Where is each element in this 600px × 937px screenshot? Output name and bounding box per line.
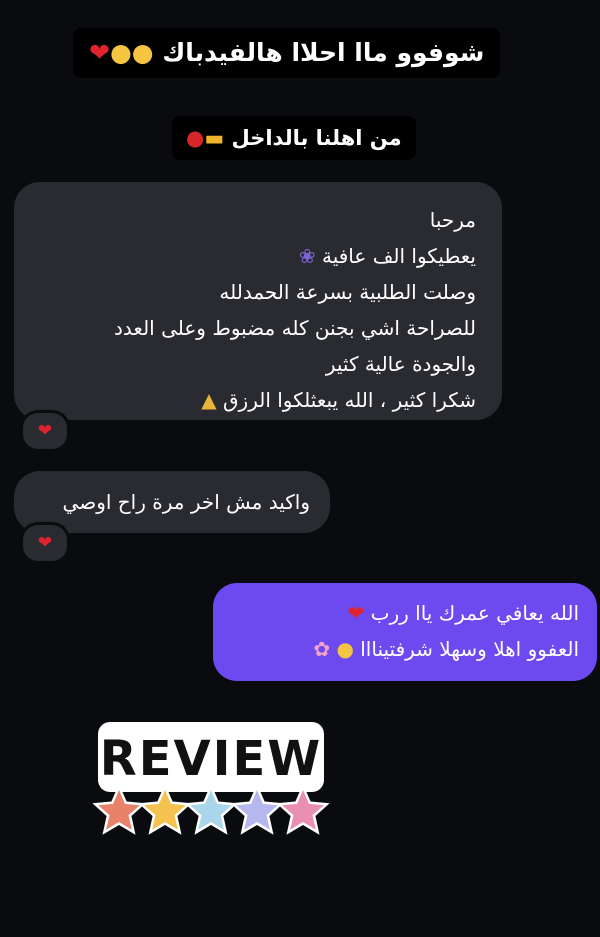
message-line: والجودة عالية كثير xyxy=(34,346,476,382)
review-stars xyxy=(92,784,330,835)
caption-title-text: شوفوو ماا احلاا هالفيدباك xyxy=(162,38,485,67)
incoming-message-bubble[interactable]: مرحبا يعطيكوا الف عافية ❀ وصلت الطلبية ب… xyxy=(14,182,502,420)
heart-icon: ❤ xyxy=(37,421,53,441)
hugging-face-icon: ● xyxy=(131,38,154,67)
heart-icon: ❤ xyxy=(89,38,110,67)
message-text: شكرا كثير ، الله يبعثلكوا الرزق xyxy=(223,388,476,412)
message-text: وصلت الطلبية بسرعة الحمدلله xyxy=(219,280,476,304)
hugging-face-icon: ● xyxy=(336,637,354,661)
message-reaction[interactable]: ❤ xyxy=(20,410,70,452)
caption-subtitle-text: من اهلنا بالداخل xyxy=(231,126,402,150)
message-text: واكيد مش اخر مرة راح اوصي xyxy=(62,490,310,514)
delivery-truck-icon: ▬ xyxy=(204,126,225,150)
location-pin-icon: ● xyxy=(186,126,205,150)
message-line: الله يعافي عمرك ياا ررب ❤ xyxy=(227,595,579,631)
heart-icon: ❤ xyxy=(347,601,365,625)
hyacinth-flower-icon: ❀ xyxy=(298,244,316,268)
message-line: يعطيكوا الف عافية ❀ xyxy=(34,238,476,274)
heart-icon: ❤ xyxy=(37,533,53,553)
praying-hands-icon: ▲ xyxy=(201,388,217,412)
message-reaction[interactable]: ❤ xyxy=(20,522,70,564)
outgoing-message-bubble[interactable]: الله يعافي عمرك ياا ررب ❤ العفوو اهلا وس… xyxy=(213,583,597,681)
hugging-face-icon: ● xyxy=(109,38,132,67)
message-text: الله يعافي عمرك ياا ررب xyxy=(370,601,579,625)
message-line: مرحبا xyxy=(34,202,476,238)
message-text: والجودة عالية كثير xyxy=(325,352,476,376)
message-line: شكرا كثير ، الله يبعثلكوا الرزق ▲ xyxy=(34,382,476,418)
story-caption-title: شوفوو ماا احلاا هالفيدباك ●●❤ xyxy=(73,28,501,78)
story-caption-subtitle: من اهلنا بالداخل ▬● xyxy=(172,116,416,160)
message-line: العفوو اهلا وسهلا شرفتينااا ● ✿ xyxy=(227,631,579,667)
message-text: مرحبا xyxy=(429,208,476,232)
message-line: للصراحة اشي بجنن كله مضبوط وعلى العدد xyxy=(34,310,476,346)
message-text: العفوو اهلا وسهلا شرفتينااا xyxy=(360,637,579,661)
review-sticker: REVIEW xyxy=(86,722,336,842)
message-text: يعطيكوا الف عافية xyxy=(321,244,476,268)
message-text: للصراحة اشي بجنن كله مضبوط وعلى العدد xyxy=(114,316,476,340)
cherry-blossom-icon: ✿ xyxy=(313,637,331,661)
message-line: وصلت الطلبية بسرعة الحمدلله xyxy=(34,274,476,310)
